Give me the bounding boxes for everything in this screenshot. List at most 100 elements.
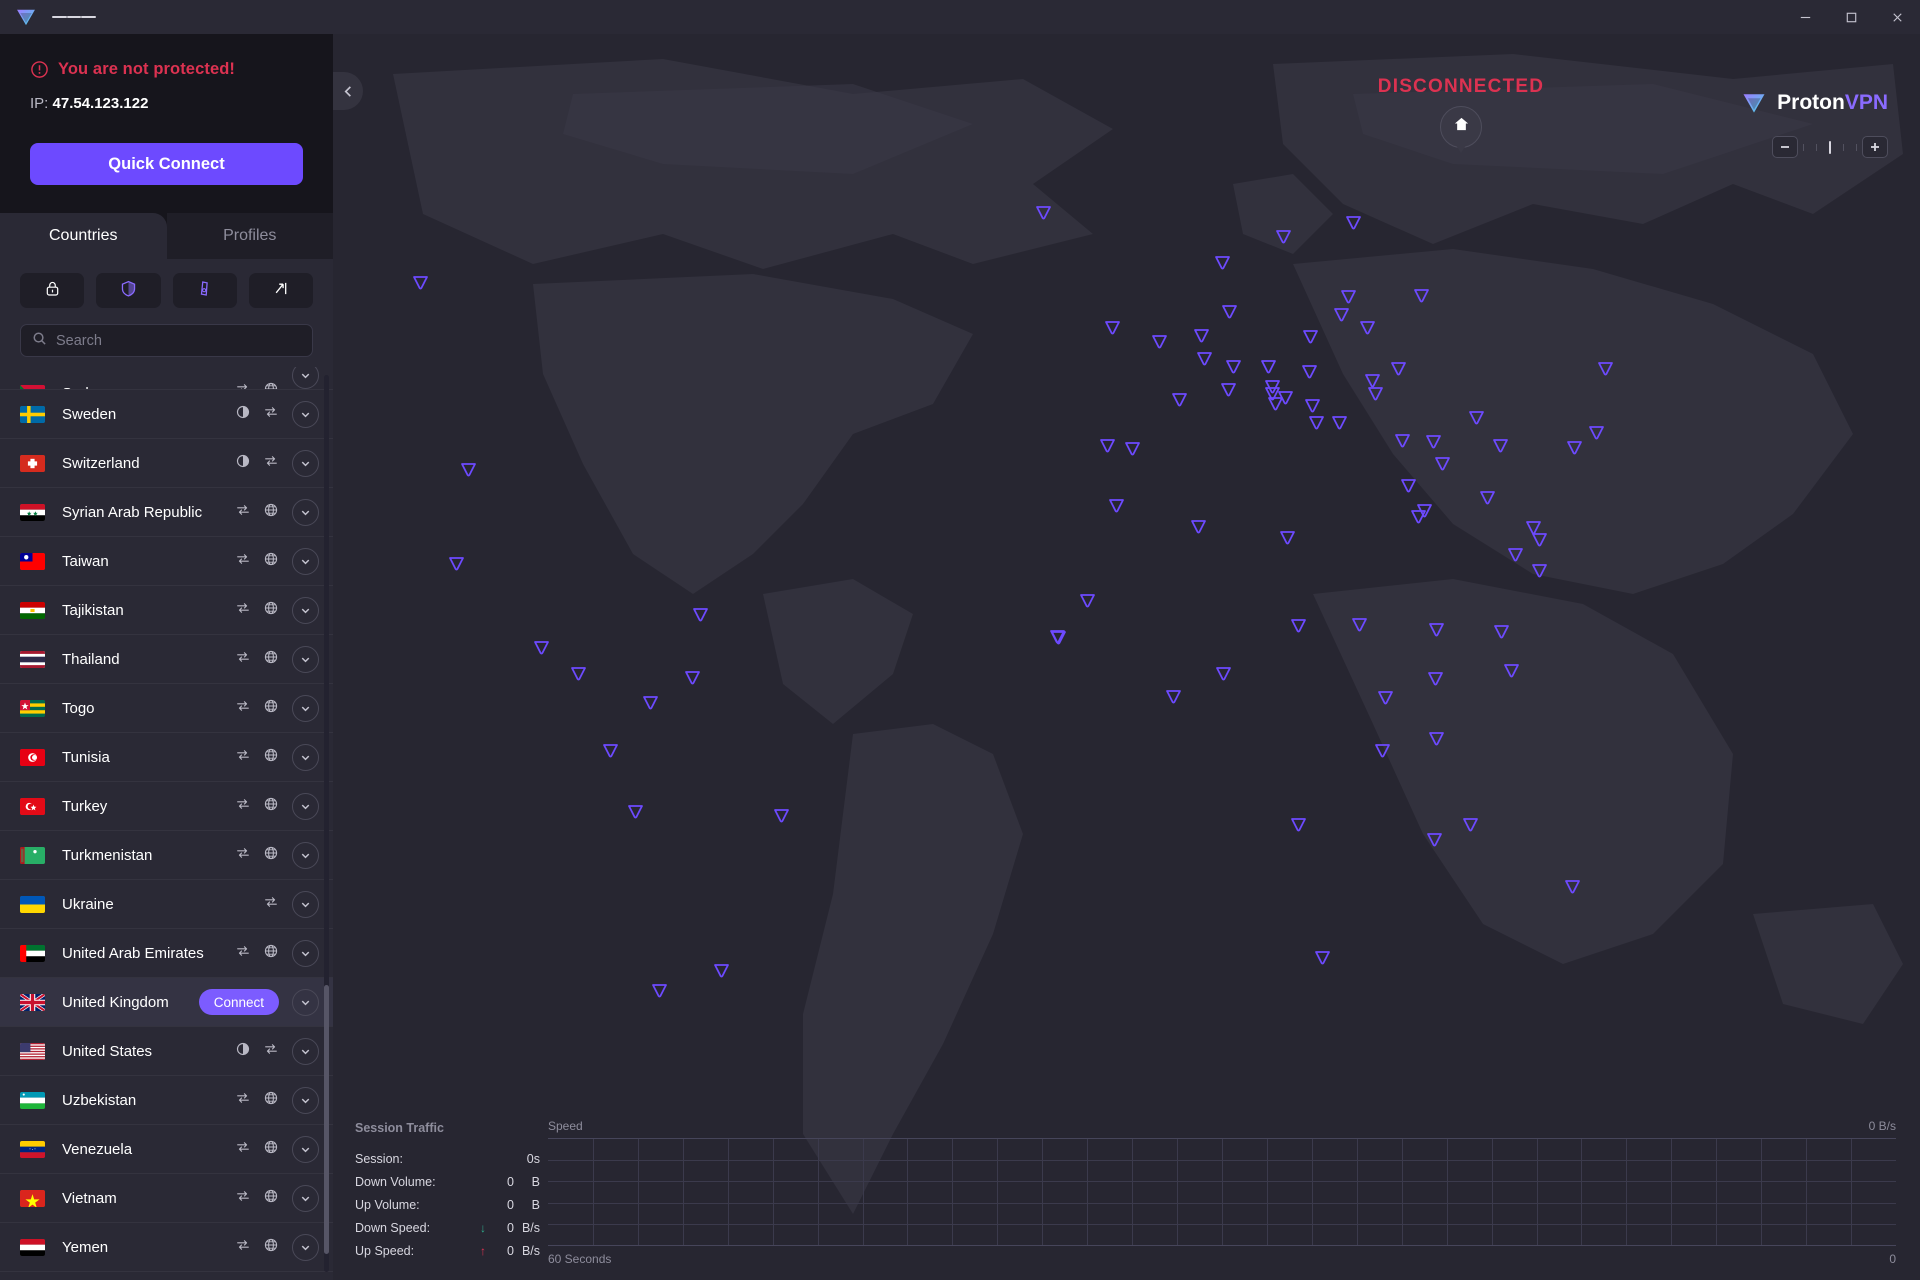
chevron-down-icon[interactable] [292,841,319,869]
server-pin[interactable] [627,804,644,819]
country-row-tunisia[interactable]: Tunisia [0,733,333,782]
server-pin[interactable] [1566,440,1583,455]
country-row-tajikistan[interactable]: Tajikistan [0,586,333,635]
country-row-yemen[interactable]: Yemen [0,1223,333,1272]
chevron-down-icon[interactable] [292,498,319,526]
server-pin[interactable] [1104,320,1121,335]
country-row-thailand[interactable]: Thailand [0,635,333,684]
chevron-down-icon[interactable] [292,694,319,722]
search-input[interactable] [56,332,301,349]
server-pin[interactable] [1225,359,1242,374]
server-pin[interactable] [1108,498,1125,513]
server-pin[interactable] [642,695,659,710]
tab-profiles[interactable]: Profiles [166,213,333,259]
server-pin[interactable] [1493,624,1510,639]
server-pin[interactable] [1434,456,1451,471]
server-pin[interactable] [1479,490,1496,505]
server-pin[interactable] [1531,563,1548,578]
server-pin[interactable] [460,462,477,477]
server-pin[interactable] [1564,879,1581,894]
p2p-filter-button[interactable] [96,273,161,308]
server-pin[interactable] [1302,329,1319,344]
quick-connect-button[interactable]: Quick Connect [30,143,303,185]
streaming-filter-button[interactable] [248,273,313,308]
chevron-down-icon[interactable] [292,367,319,389]
server-pin[interactable] [1597,361,1614,376]
search-box[interactable] [20,324,313,357]
server-pin[interactable] [1333,307,1350,322]
server-pin[interactable] [1279,530,1296,545]
server-pin[interactable] [1507,547,1524,562]
country-row-syrian-arab-republic[interactable]: Syrian Arab Republic [0,488,333,537]
server-pin[interactable] [1531,532,1548,547]
minimize-button[interactable] [1782,0,1828,34]
server-pin[interactable] [692,607,709,622]
server-pin[interactable] [602,743,619,758]
chevron-down-icon[interactable] [292,939,319,967]
server-pin[interactable] [1290,618,1307,633]
server-pin[interactable] [1462,817,1479,832]
zoom-in-button[interactable] [1862,136,1888,158]
server-pin[interactable] [713,963,730,978]
server-pin[interactable] [1304,398,1321,413]
chevron-down-icon[interactable] [292,1233,319,1261]
zoom-out-button[interactable] [1772,136,1798,158]
chevron-down-icon[interactable] [292,400,319,428]
country-list-scrollbar[interactable] [324,375,329,1272]
server-pin[interactable] [1049,629,1066,644]
server-pin[interactable] [1215,666,1232,681]
server-pin[interactable] [1214,255,1231,270]
server-pin[interactable] [412,275,429,290]
server-pin[interactable] [1196,351,1213,366]
server-pin[interactable] [1301,364,1318,379]
home-location-pin[interactable] [1440,106,1482,153]
country-row-venezuela[interactable]: Venezuela [0,1125,333,1174]
server-pin[interactable] [1492,438,1509,453]
server-pin[interactable] [1151,334,1168,349]
server-pin[interactable] [1079,593,1096,608]
tor-filter-button[interactable] [172,273,237,308]
country-row-vietnam[interactable]: Vietnam [0,1174,333,1223]
country-row-uzbekistan[interactable]: Uzbekistan [0,1076,333,1125]
chevron-down-icon[interactable] [292,449,319,477]
chevron-down-icon[interactable] [292,645,319,673]
chevron-down-icon[interactable] [292,1037,319,1065]
server-pin[interactable] [1308,415,1325,430]
server-pin[interactable] [684,670,701,685]
world-map[interactable]: DISCONNECTED ProtonVPN Session Traffic S… [333,34,1920,1280]
server-pin[interactable] [1314,950,1331,965]
server-pin[interactable] [1264,386,1281,401]
country-row-sudan[interactable]: Sudan [0,367,333,390]
chevron-down-icon[interactable] [292,1184,319,1212]
chevron-down-icon[interactable] [292,792,319,820]
server-pin[interactable] [773,808,790,823]
maximize-button[interactable] [1828,0,1874,34]
server-pin[interactable] [1428,622,1445,637]
server-pin[interactable] [1426,832,1443,847]
server-pin[interactable] [1275,229,1292,244]
chevron-down-icon[interactable] [292,743,319,771]
chevron-down-icon[interactable] [292,890,319,918]
secure-core-filter-button[interactable] [20,273,85,308]
server-pin[interactable] [1345,215,1362,230]
server-pin[interactable] [1124,441,1141,456]
country-row-turkmenistan[interactable]: Turkmenistan [0,831,333,880]
chevron-down-icon[interactable] [292,1086,319,1114]
tab-countries[interactable]: Countries [0,213,167,259]
server-pin[interactable] [533,640,550,655]
country-row-taiwan[interactable]: Taiwan [0,537,333,586]
server-pin[interactable] [1260,359,1277,374]
server-pin[interactable] [1359,320,1376,335]
server-pin[interactable] [1468,410,1485,425]
chevron-down-icon[interactable] [292,1135,319,1163]
server-pin[interactable] [1374,743,1391,758]
chevron-down-icon[interactable] [292,596,319,624]
server-pin[interactable] [1427,671,1444,686]
server-pin[interactable] [1290,817,1307,832]
chevron-down-icon[interactable] [292,547,319,575]
server-pin[interactable] [1416,503,1433,518]
server-pin[interactable] [1351,617,1368,632]
scrollbar-thumb[interactable] [324,984,329,1255]
server-pin[interactable] [448,556,465,571]
close-button[interactable] [1874,0,1920,34]
